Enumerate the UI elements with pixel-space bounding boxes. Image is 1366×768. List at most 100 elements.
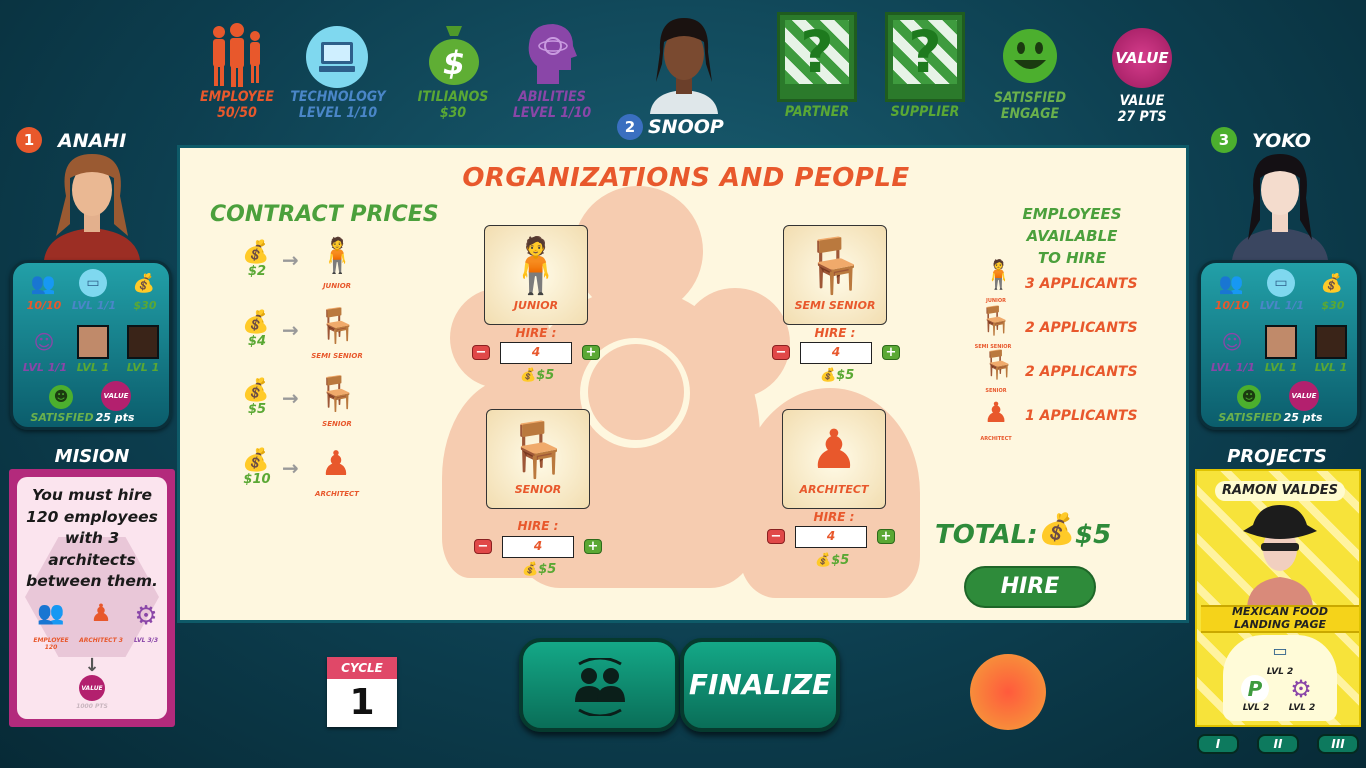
panel-title: ORGANIZATIONS AND PEOPLE	[462, 163, 910, 193]
player-left-points: 25 pts	[95, 411, 135, 424]
value-icon: VALUE	[101, 381, 131, 411]
price-role: ARCHITECT	[315, 490, 359, 498]
mision-text: You must hire 120 employees with 3 archi…	[26, 486, 158, 590]
project-page-1[interactable]: I	[1197, 734, 1239, 754]
partner-avatar	[1265, 325, 1297, 359]
player-right-tech: LVL 1/1	[1259, 299, 1305, 312]
hire-card-junior[interactable]: 🧍 JUNIOR	[484, 225, 588, 325]
employees-icon: 👥	[30, 271, 56, 295]
senior-quantity-stepper: − 4 +	[474, 536, 614, 560]
supplier-avatar	[127, 325, 159, 359]
arrow-right-icon: →	[282, 318, 299, 342]
partner-avatar	[77, 325, 109, 359]
satisfied-sublabel: ENGAGE	[1000, 106, 1060, 122]
junior-quantity-stepper: − 4 +	[472, 342, 612, 366]
applicants-architect: 1 APPLICANTS	[1025, 408, 1138, 424]
quantity-input[interactable]: 4	[500, 342, 572, 364]
applicants-senior: 2 APPLICANTS	[1025, 364, 1138, 380]
price-value: $5	[247, 402, 267, 417]
hire-card-semi-senior[interactable]: 🪑 SEMI SENIOR	[783, 225, 887, 325]
mision-card[interactable]: You must hire 120 employees with 3 archi…	[9, 469, 175, 727]
brain-head-icon	[523, 18, 579, 88]
price-row-architect: 💰 $10 → ♟ ARCHITECT	[242, 444, 442, 498]
arrow-down-icon: ↓	[84, 655, 100, 676]
hire-card-role: JUNIOR	[513, 299, 559, 312]
hire-cost-value: $5	[538, 562, 557, 577]
player-left-partner-lvl: LVL 1	[76, 361, 110, 374]
supplier-avatar	[1315, 325, 1347, 359]
mision-icon-label-3: LVL 3/3	[133, 637, 159, 644]
partner-p-symbol: P	[1247, 677, 1263, 701]
quantity-input[interactable]: 4	[795, 526, 867, 548]
value-icon-text: VALUE	[103, 392, 129, 400]
player-right-ability: LVL 1/1	[1210, 361, 1256, 374]
decrement-button[interactable]: −	[474, 539, 492, 554]
supplier-card[interactable]: ?	[885, 12, 965, 102]
swap-players-button[interactable]	[519, 638, 679, 732]
increment-button[interactable]: +	[582, 345, 600, 360]
increment-button[interactable]: +	[877, 529, 895, 544]
decrement-button[interactable]: −	[772, 345, 790, 360]
semi-senior-icon: 🪑	[801, 234, 869, 297]
project-card[interactable]: RAMON VALDES MEXICAN FOOD LANDING PAGE ▭…	[1195, 469, 1361, 727]
hire-cost-value: $5	[831, 553, 850, 568]
value-icon-text: VALUE	[1115, 49, 1169, 67]
hire-card-senior[interactable]: 🪑 SENIOR	[486, 409, 590, 509]
value-icon: VALUE	[79, 675, 105, 701]
cycle-label: CYCLE	[327, 657, 397, 679]
mision-icon-label-2: ARCHITECT 3	[79, 637, 123, 644]
increment-button[interactable]: +	[882, 345, 900, 360]
project-req-partner: LVL 2	[1242, 703, 1270, 713]
hire-card-architect[interactable]: ♟ ARCHITECT	[782, 409, 886, 509]
hire-cost: 💰$5	[815, 553, 849, 568]
player-left-supplier-lvl: LVL 1	[126, 361, 160, 374]
player-left-money: $30	[133, 299, 157, 312]
current-player-badge: 2	[617, 114, 643, 140]
hire-button[interactable]: HIRE	[964, 566, 1096, 608]
decrement-button[interactable]: −	[472, 345, 490, 360]
money-bag-icon: 💰	[815, 553, 832, 568]
applicants-semi-senior: 2 APPLICANTS	[1025, 320, 1138, 336]
money-bag-icon: 💰	[242, 448, 270, 473]
player-right-card[interactable]: 👥 10/10 ▭ LVL 1/1 💰 $30 ☺ LVL 1/1 LVL 1 …	[1198, 260, 1360, 430]
decrement-button[interactable]: −	[767, 529, 785, 544]
junior-icon: 🧍	[502, 234, 570, 297]
player-left-card[interactable]: 👥 10/10 ▭ LVL 1/1 💰 $30 ☺ LVL 1/1 LVL 1 …	[10, 260, 172, 430]
semi-senior-icon: 🪑 SEMI SENIOR	[975, 304, 1013, 350]
money-bag-icon: 💰	[522, 562, 539, 577]
player-left-ability: LVL 1/1	[22, 361, 68, 374]
employee-label: EMPLOYEE	[200, 89, 274, 105]
player-left-avatar	[40, 150, 144, 260]
value-points: 27 PTS	[1117, 109, 1167, 125]
money-bag-icon: 💰	[820, 368, 837, 383]
value-icon: VALUE	[1289, 381, 1319, 411]
quantity-input[interactable]: 4	[502, 536, 574, 558]
money-bag-icon: 💰	[242, 240, 270, 265]
swap-people-icon	[567, 656, 633, 718]
project-name-2: LANDING PAGE	[1233, 618, 1327, 631]
value-icon: VALUE	[1112, 28, 1172, 88]
money-bag-icon: 💰	[132, 272, 156, 294]
project-page-2[interactable]: II	[1257, 734, 1299, 754]
abilities-label: ABILITIES	[518, 89, 586, 105]
project-page-3[interactable]: III	[1317, 734, 1359, 754]
arrow-right-icon: →	[282, 248, 299, 272]
finalize-button[interactable]: FINALIZE	[680, 638, 840, 732]
partner-card[interactable]: ?	[777, 12, 857, 102]
status-orb[interactable]	[970, 654, 1046, 730]
hire-label: HIRE :	[814, 326, 856, 340]
quantity-input[interactable]: 4	[800, 342, 872, 364]
gear-brain-icon: ⚙	[134, 601, 158, 631]
price-row-junior: 💰 $2 → 🧍 JUNIOR	[242, 236, 442, 290]
total-value: $5	[1075, 520, 1112, 550]
employees-icon: 👥	[37, 601, 65, 626]
currency-value: $30	[439, 105, 467, 121]
question-icon: ?	[893, 18, 957, 86]
semi-senior-icon: 🪑	[316, 306, 359, 346]
finalize-label: FINALIZE	[688, 668, 832, 701]
player-right-employees: 10/10	[1214, 299, 1250, 312]
semi-senior-quantity-stepper: − 4 +	[772, 342, 912, 366]
player-right-points: 25 pts	[1283, 411, 1323, 424]
project-req-ability: LVL 2	[1288, 703, 1316, 713]
increment-button[interactable]: +	[584, 539, 602, 554]
